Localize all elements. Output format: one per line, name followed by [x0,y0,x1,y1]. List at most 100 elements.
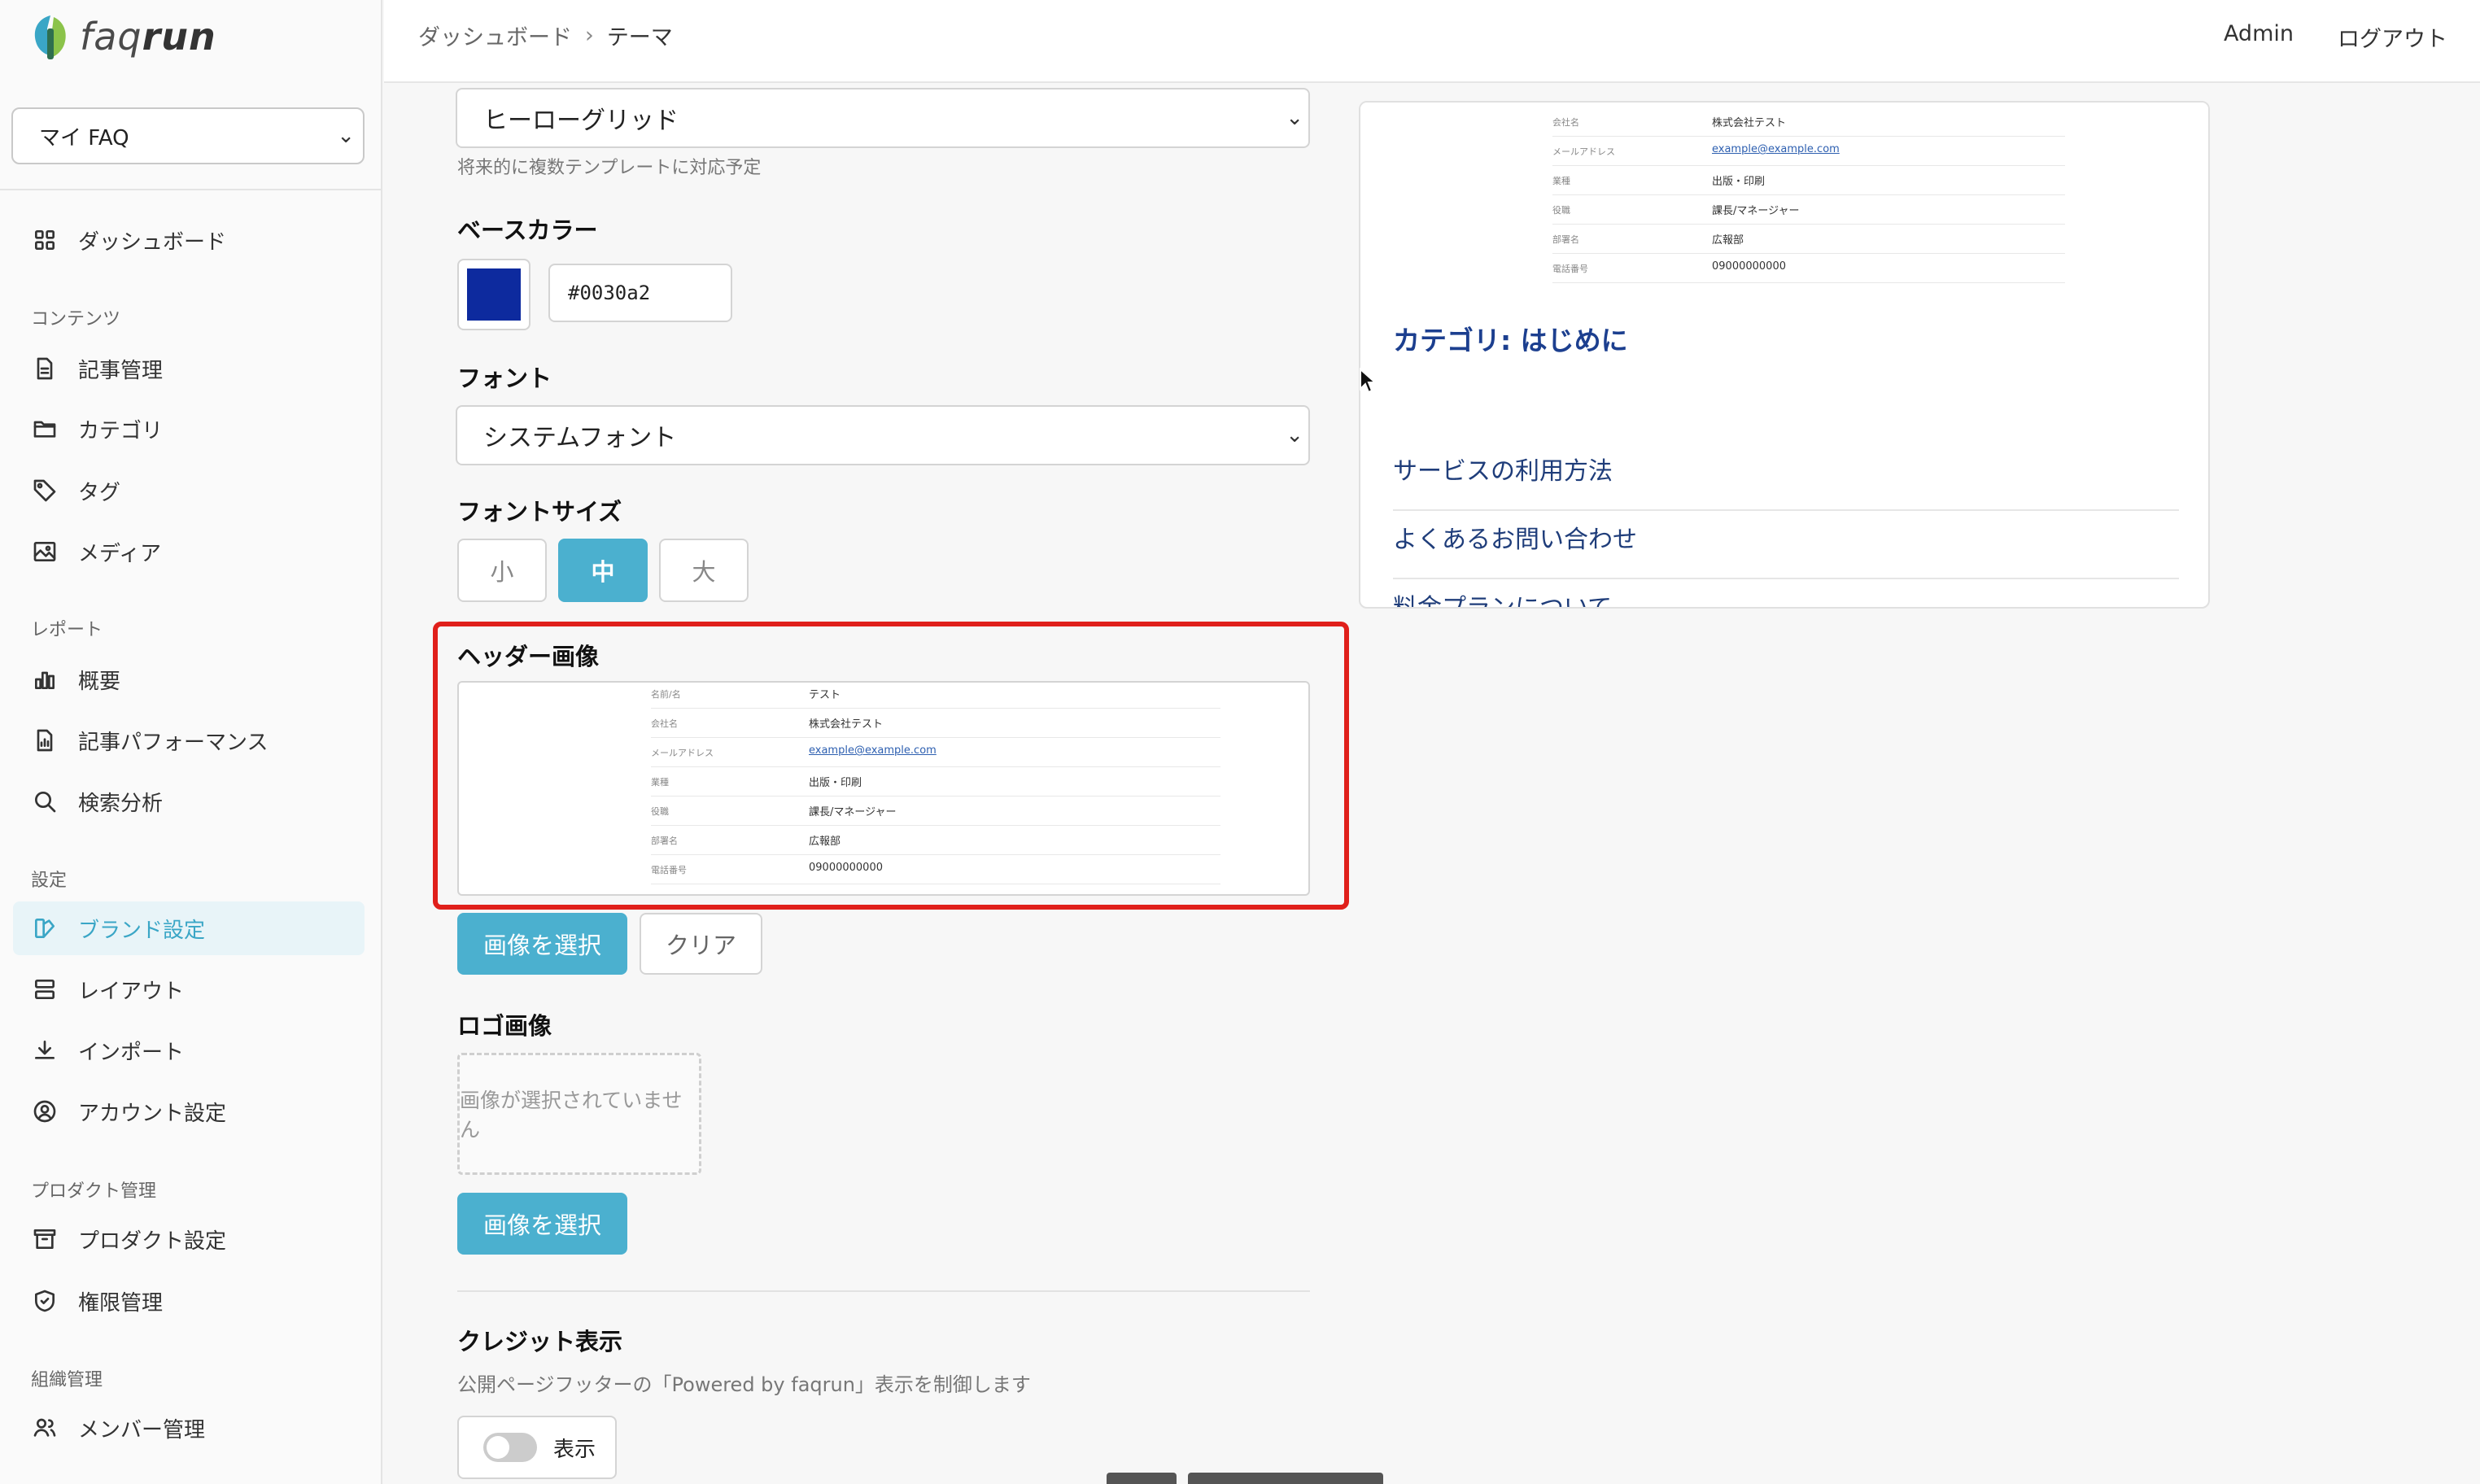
row-key: 名前/名 [651,689,681,700]
logout-link[interactable]: ログアウト [2338,21,2447,53]
template-select[interactable]: ヒーローグリッド ⌄ [456,88,1310,148]
sidebar-item-label: 概要 [78,669,121,694]
row-key: 役職 [651,806,669,817]
sidebar-item-label: メディア [78,541,162,566]
row-value: 課長/マネージャー [809,806,897,818]
row-value: 09000000000 [1712,260,1786,273]
sidebar-item-media[interactable]: メディア [13,525,365,578]
section-label-settings: 設定 [31,871,68,891]
credit-toggle[interactable]: 表示 [457,1416,617,1479]
sidebar-item-label: プロダクト設定 [78,1229,227,1254]
sidebar-item-search-analytics[interactable]: 検索分析 [13,775,365,828]
user-circle-icon [31,1098,59,1125]
sidebar-item-categories[interactable]: カテゴリ [13,402,365,456]
faqrun-logo[interactable]: faqrun [29,8,216,65]
sidebar-item-layout[interactable]: レイアウト [13,962,365,1016]
credit-label: クレジット表示 [457,1328,623,1355]
font-size-small-button[interactable]: 小 [457,539,547,602]
row-value: 株式会社テスト [809,718,884,731]
taskbar-item [1107,1473,1177,1484]
font-select-value: システムフォント [483,424,677,452]
grid-icon [31,226,59,254]
row-key: 業種 [651,777,669,788]
header-image-clear-button[interactable]: クリア [640,913,763,975]
font-size-large-button[interactable]: 大 [659,539,749,602]
bar-chart-icon [31,666,59,693]
top-bar: ダッシュボード › テーマ Admin ログアウト [384,0,2480,83]
chevron-down-icon: ⌄ [337,124,355,148]
project-select-value: マイ FAQ [39,125,129,151]
logo-text-faq: faq [80,15,142,59]
taskbar-item [1188,1473,1383,1484]
base-color-hex-value: #0030a2 [568,282,651,304]
base-color-label: ベースカラー [457,216,598,244]
section-label-product: プロダクト管理 [31,1181,157,1202]
document-chart-icon [31,727,59,754]
breadcrumb-dashboard[interactable]: ダッシュボード [418,20,572,51]
toggle-switch[interactable] [483,1433,537,1462]
folder-icon [31,415,59,443]
template-help-text: 将来的に複数テンプレートに対応予定 [457,158,762,178]
logo-image-label: ロゴ画像 [457,1012,552,1040]
sidebar-item-articles[interactable]: 記事管理 [13,342,365,395]
sidebar-item-label: ブランド設定 [78,918,206,943]
document-icon [31,355,59,382]
row-value: 出版・印刷 [809,777,862,789]
chevron-down-icon: ⌄ [1286,423,1303,447]
sidebar-item-dashboard[interactable]: ダッシュボード [13,213,365,267]
sidebar: faqrun マイ FAQ ⌄ ダッシュボード コンテンツ 記事管理 カテゴリ … [0,0,382,1484]
sidebar-item-label: アカウント設定 [78,1101,227,1126]
row-value: 09000000000 [809,862,883,874]
row-value: 株式会社テスト [1712,117,1787,129]
preview-category-title: カテゴリ: はじめに [1393,325,1628,356]
font-size-label: フォントサイズ [457,498,622,526]
row-key: 電話番号 [1552,264,1588,274]
download-icon [31,1037,59,1064]
theme-preview: 会社名 株式会社テスト メールアドレス example@example.com 業種… [1359,101,2210,609]
sidebar-item-brand-settings[interactable]: ブランド設定 [13,901,365,955]
sidebar-item-label: 検索分析 [78,791,164,816]
sidebar-item-import[interactable]: インポート [13,1024,365,1077]
header-image-select-button[interactable]: 画像を選択 [457,913,628,975]
archive-icon [31,1225,59,1253]
preview-scrollbar[interactable] [2208,103,2210,288]
sidebar-item-account-settings[interactable]: アカウント設定 [13,1085,365,1138]
font-select[interactable]: システムフォント ⌄ [456,405,1310,465]
row-key: 役職 [1552,205,1570,216]
sidebar-item-label: インポート [78,1040,185,1065]
base-color-hex-input[interactable]: #0030a2 [548,264,732,322]
breadcrumb-current: テーマ [606,25,673,50]
font-size-medium-button[interactable]: 中 [558,539,648,602]
sidebar-item-label: レイアウト [78,979,185,1004]
sidebar-item-label: 権限管理 [78,1290,164,1316]
sidebar-item-members[interactable]: メンバー管理 [13,1401,365,1455]
preview-link[interactable]: サービスの利用方法 [1393,434,2179,503]
toggle-knob [487,1436,509,1459]
user-name[interactable]: Admin [2224,21,2294,53]
logo-image-select-button[interactable]: 画像を選択 [457,1193,628,1255]
preview-link[interactable]: よくあるお問い合わせ [1393,503,2179,571]
sidebar-item-label: 記事管理 [78,358,164,383]
row-key: 会社名 [1552,117,1579,128]
preview-link[interactable]: 料金プランについて [1393,571,2179,607]
project-select[interactable]: マイ FAQ ⌄ [11,107,365,164]
faqrun-leaf-icon [34,15,66,59]
template-select-value: ヒーローグリッド [483,107,679,135]
section-label-content: コンテンツ [31,309,121,330]
sidebar-item-product-settings[interactable]: プロダクト設定 [13,1212,365,1266]
sidebar-item-article-performance[interactable]: 記事パフォーマンス [13,714,365,767]
sidebar-item-overview[interactable]: 概要 [13,653,365,706]
row-key: メールアドレス [651,748,714,758]
sidebar-divider [0,189,382,190]
chevron-right-icon: › [585,23,594,48]
sidebar-item-permissions[interactable]: 権限管理 [13,1274,365,1328]
logo-image-placeholder: 画像が選択されていません [457,1053,701,1175]
sidebar-item-tags[interactable]: タグ [13,464,365,517]
color-swatch [467,268,521,321]
sidebar-item-label: メンバー管理 [78,1417,206,1443]
image-icon [31,538,59,565]
row-key: メールアドレス [1552,146,1615,157]
row-value: 出版・印刷 [1712,176,1766,188]
color-picker[interactable] [457,259,530,330]
row-key: 部署名 [651,836,678,846]
